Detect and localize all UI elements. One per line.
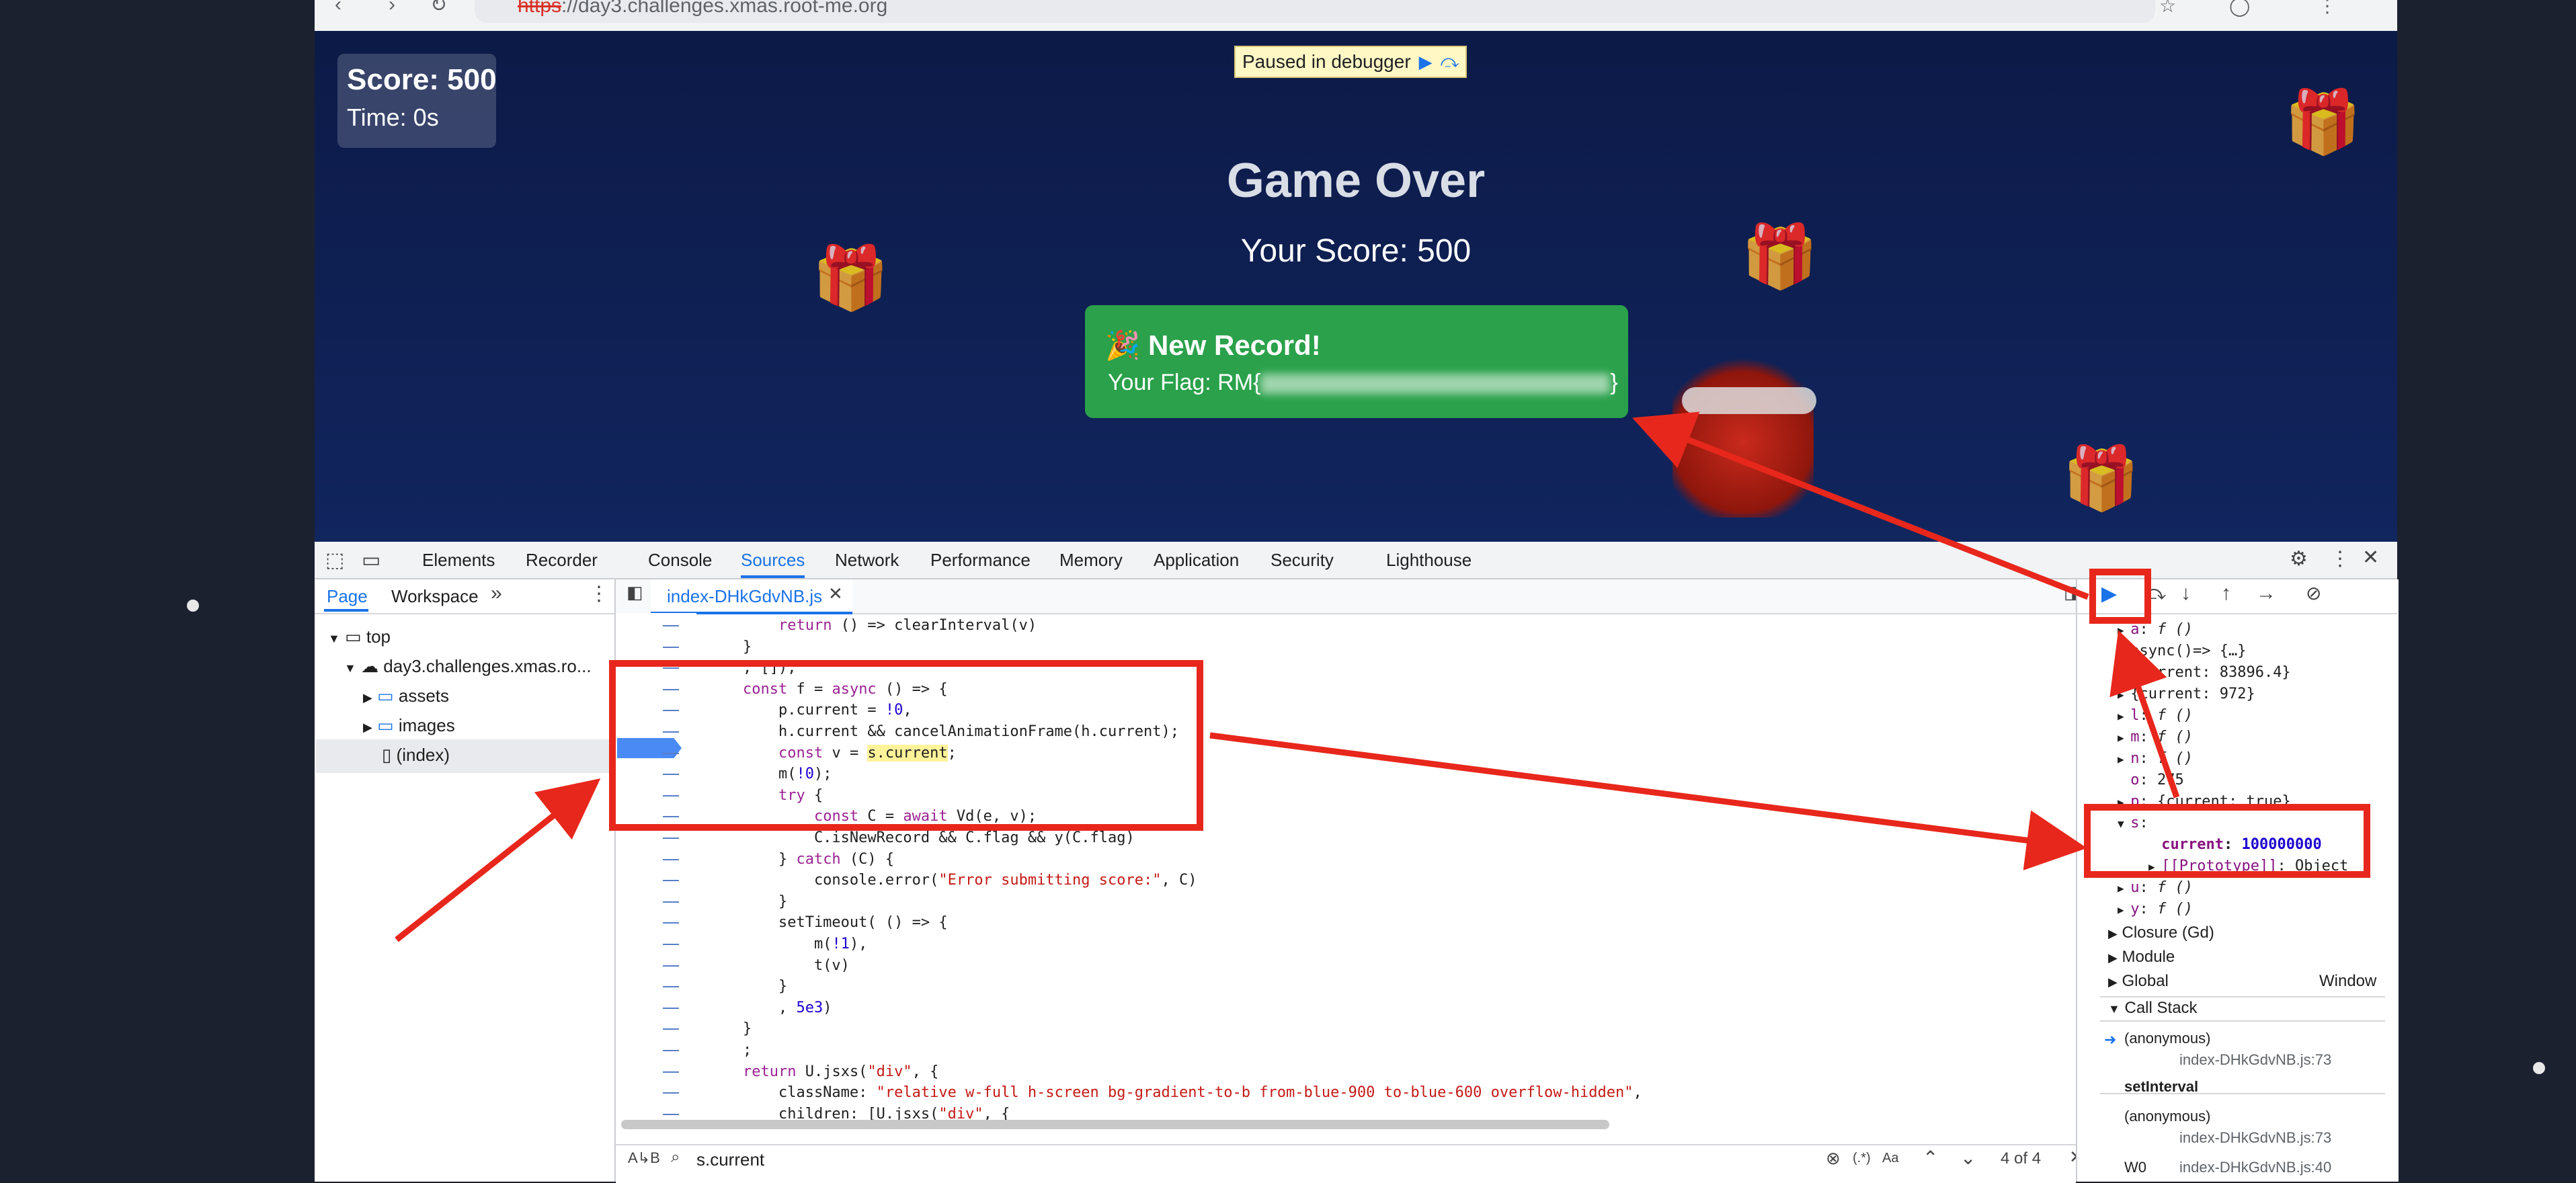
arrow-to-code [395, 778, 601, 942]
arrow-to-resume [2109, 630, 2180, 799]
annotation-arrows [395, 411, 2180, 942]
arrow-to-variable [1209, 732, 2087, 870]
arrow-to-flag [1632, 411, 2089, 600]
